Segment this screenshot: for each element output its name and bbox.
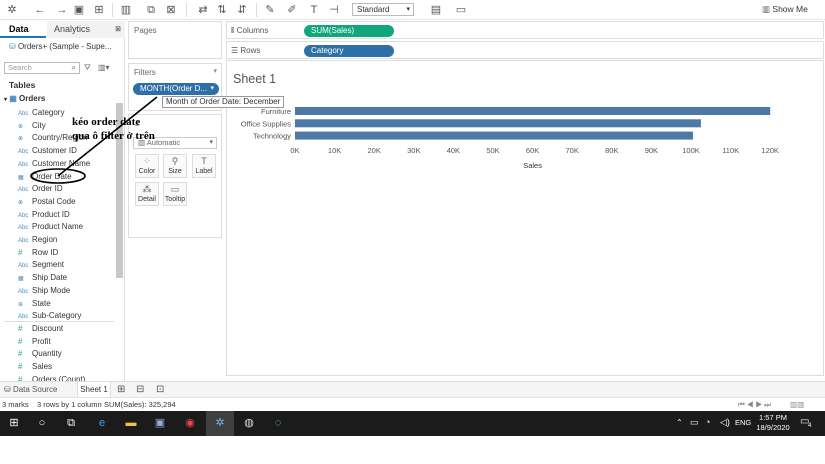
store-icon[interactable]: ▣ <box>152 415 168 431</box>
status-rows-cols: 3 rows by 1 column <box>37 400 102 409</box>
tray-up-icon[interactable]: ⌃ <box>676 418 683 427</box>
windows-start-icon[interactable]: ⊞ <box>6 415 22 431</box>
tab-sheet-1[interactable]: Sheet 1 <box>77 382 111 398</box>
windows-taskbar: ⊞ ○ ⧉ e ▬ ▣ ◉ ✲ ◍ ◌ ⌃ ▭ ◔ ◁) ENG 1:57 PM… <box>0 411 825 436</box>
data-source-tab[interactable]: ⛁ Data Source <box>4 385 57 394</box>
status-sum: SUM(Sales): 325,294 <box>104 400 176 409</box>
language-indicator[interactable]: ENG <box>735 418 751 427</box>
annotation-text: kéo order date qua ô filter ở trên <box>72 116 155 142</box>
sheet-tabs-bar: ⛁ Data Source Sheet 1 ⊞ ⊟ ⊡ <box>0 381 825 398</box>
status-bar: 3 marks 3 rows by 1 column SUM(Sales): 3… <box>0 397 825 411</box>
search-icon[interactable]: ○ <box>34 415 50 431</box>
database-icon: ⛁ <box>4 385 13 394</box>
new-sheet-icon[interactable]: ⊞ <box>117 384 125 395</box>
tableau-taskbar-icon[interactable]: ✲ <box>206 411 234 436</box>
layout-icon[interactable]: ▥▥ <box>790 398 804 412</box>
file-explorer-icon[interactable]: ▬ <box>123 415 139 431</box>
task-view-icon[interactable]: ⧉ <box>63 415 79 431</box>
new-story-icon[interactable]: ⊡ <box>156 384 164 395</box>
clock[interactable]: 1:57 PM 18/9/2020 <box>756 413 790 433</box>
status-marks: 3 marks <box>2 400 29 409</box>
app-icon[interactable]: ◍ <box>241 415 257 431</box>
volume-icon[interactable]: ◁) <box>720 417 730 428</box>
chrome-icon[interactable]: ◉ <box>182 415 198 431</box>
app2-icon[interactable]: ◌ <box>270 415 286 431</box>
nav-arrows[interactable]: ⏮◀▶⏭ <box>738 398 773 412</box>
battery-icon[interactable]: ▭ <box>690 417 699 428</box>
edge-icon[interactable]: e <box>94 415 110 431</box>
wifi-icon[interactable]: ◔ <box>705 417 710 427</box>
new-dashboard-icon[interactable]: ⊟ <box>136 384 144 395</box>
notification-count: 4 <box>808 423 812 429</box>
